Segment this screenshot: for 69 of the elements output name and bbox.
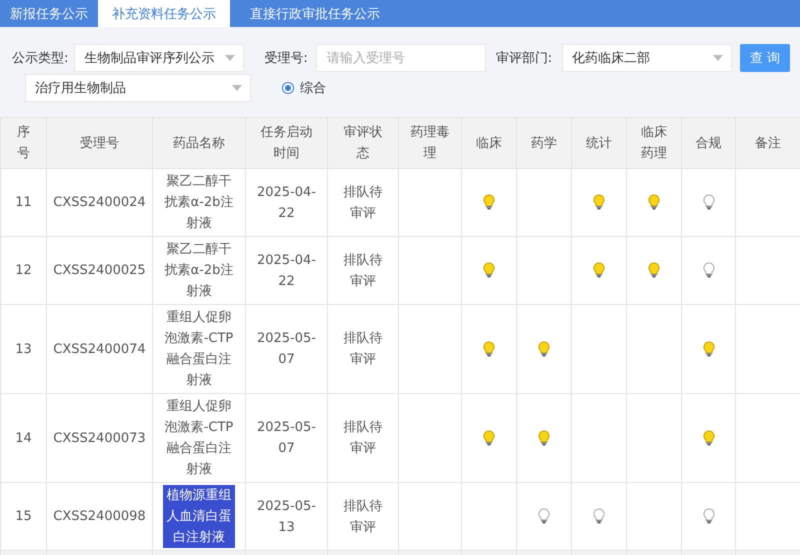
light-bulb-icon <box>702 262 716 278</box>
dropdown-caret-icon <box>225 55 236 61</box>
table-cell: CXSS2400024 <box>53 195 146 210</box>
table-cell: 植物源重组人血清白蛋白注射液 <box>163 485 235 548</box>
table-cell-text: 排队待审评 <box>344 252 382 290</box>
type-dropdown[interactable]: 生物制品审评序列公示 <box>74 44 244 72</box>
dropdown-caret-icon <box>232 85 242 91</box>
light-bulb-icon <box>482 340 496 357</box>
light-bulb-icon <box>592 508 606 524</box>
table-cell-text: 2025-05-13 <box>256 498 317 536</box>
tab[interactable]: 新报任务公示 <box>0 0 98 27</box>
filter-label: 受理号: <box>264 50 308 67</box>
department-dropdown[interactable]: 化药临床二部 <box>562 44 732 72</box>
table-cell: CXSS2400025 <box>53 263 146 278</box>
table-cell-text: 排队待审评 <box>344 330 382 369</box>
subtype-dropdown[interactable]: 治疗用生物制品 <box>25 74 251 102</box>
column-header: 临床 <box>476 134 502 152</box>
tab[interactable]: 直接行政审批任务公示 <box>230 0 400 27</box>
radio-button[interactable] <box>282 82 294 94</box>
filter-label: 审评部门: <box>496 50 552 67</box>
light-bulb-icon <box>647 262 661 278</box>
table-cell-text: 2025-05-07 <box>256 419 317 458</box>
light-bulb-icon <box>537 508 551 524</box>
table-cell-text: 排队待审评 <box>344 498 382 536</box>
radio-label[interactable]: 综合 <box>300 79 326 97</box>
light-bulb-icon <box>482 430 496 446</box>
table-cell: 12 <box>15 263 32 278</box>
table-cell-text: 聚乙二醇干扰素α-2b注射液 <box>164 173 234 233</box>
table-cell-text: 2025-04-22 <box>256 252 317 290</box>
table-cell-text: 聚乙二醇干扰素α-2b注射液 <box>164 241 234 301</box>
light-bulb-icon <box>702 194 716 210</box>
column-header: 药学 <box>531 134 557 152</box>
light-bulb-icon <box>482 194 496 210</box>
column-header: 备注 <box>755 134 781 152</box>
table-cell: 14 <box>15 430 32 446</box>
column-header: 合规 <box>696 134 722 152</box>
table-cell: CXSS2400098 <box>53 509 146 524</box>
table-cell: CXSS2400074 <box>53 342 146 356</box>
table-cell-text: 排队待审评 <box>344 419 382 458</box>
table-cell-text: 重组人促卵泡激素-CTP融合蛋白注射液 <box>164 398 234 479</box>
column-header: 临床药理 <box>641 124 667 163</box>
column-header: 药理毒理 <box>410 124 450 163</box>
light-bulb-icon <box>702 508 716 524</box>
light-bulb-icon <box>647 194 661 210</box>
table-cell-text: 2025-04-22 <box>256 184 317 222</box>
table-cell-text: 重组人促卵泡激素-CTP融合蛋白注射液 <box>164 309 234 390</box>
table-cell-text: 2025-05-07 <box>256 330 317 369</box>
column-header: 药品名称 <box>173 134 225 152</box>
table-cell: 15 <box>15 509 32 524</box>
light-bulb-icon <box>702 340 716 357</box>
table-cell: 13 <box>15 342 32 356</box>
filter-label: 公示类型: <box>12 50 68 67</box>
column-header: 受理号 <box>80 134 119 152</box>
light-bulb-icon <box>537 430 551 446</box>
light-bulb-icon <box>537 340 551 357</box>
table-cell-text: 排队待审评 <box>344 184 382 222</box>
column-header: 审评状态 <box>344 124 382 163</box>
column-header: 序号 <box>17 124 30 163</box>
column-header: 统计 <box>586 134 612 152</box>
light-bulb-icon <box>702 430 716 446</box>
light-bulb-icon <box>592 262 606 278</box>
table-cell: 11 <box>15 195 32 210</box>
tab[interactable]: 补充资料任务公示 <box>98 0 230 27</box>
number-input-field[interactable]: 请输入受理号 <box>316 44 486 72</box>
light-bulb-icon <box>592 194 606 210</box>
dropdown-caret-icon <box>713 55 724 61</box>
column-header: 任务启动时间 <box>260 124 312 163</box>
light-bulb-icon <box>482 262 496 278</box>
table-cell: CXSS2400073 <box>53 430 146 446</box>
